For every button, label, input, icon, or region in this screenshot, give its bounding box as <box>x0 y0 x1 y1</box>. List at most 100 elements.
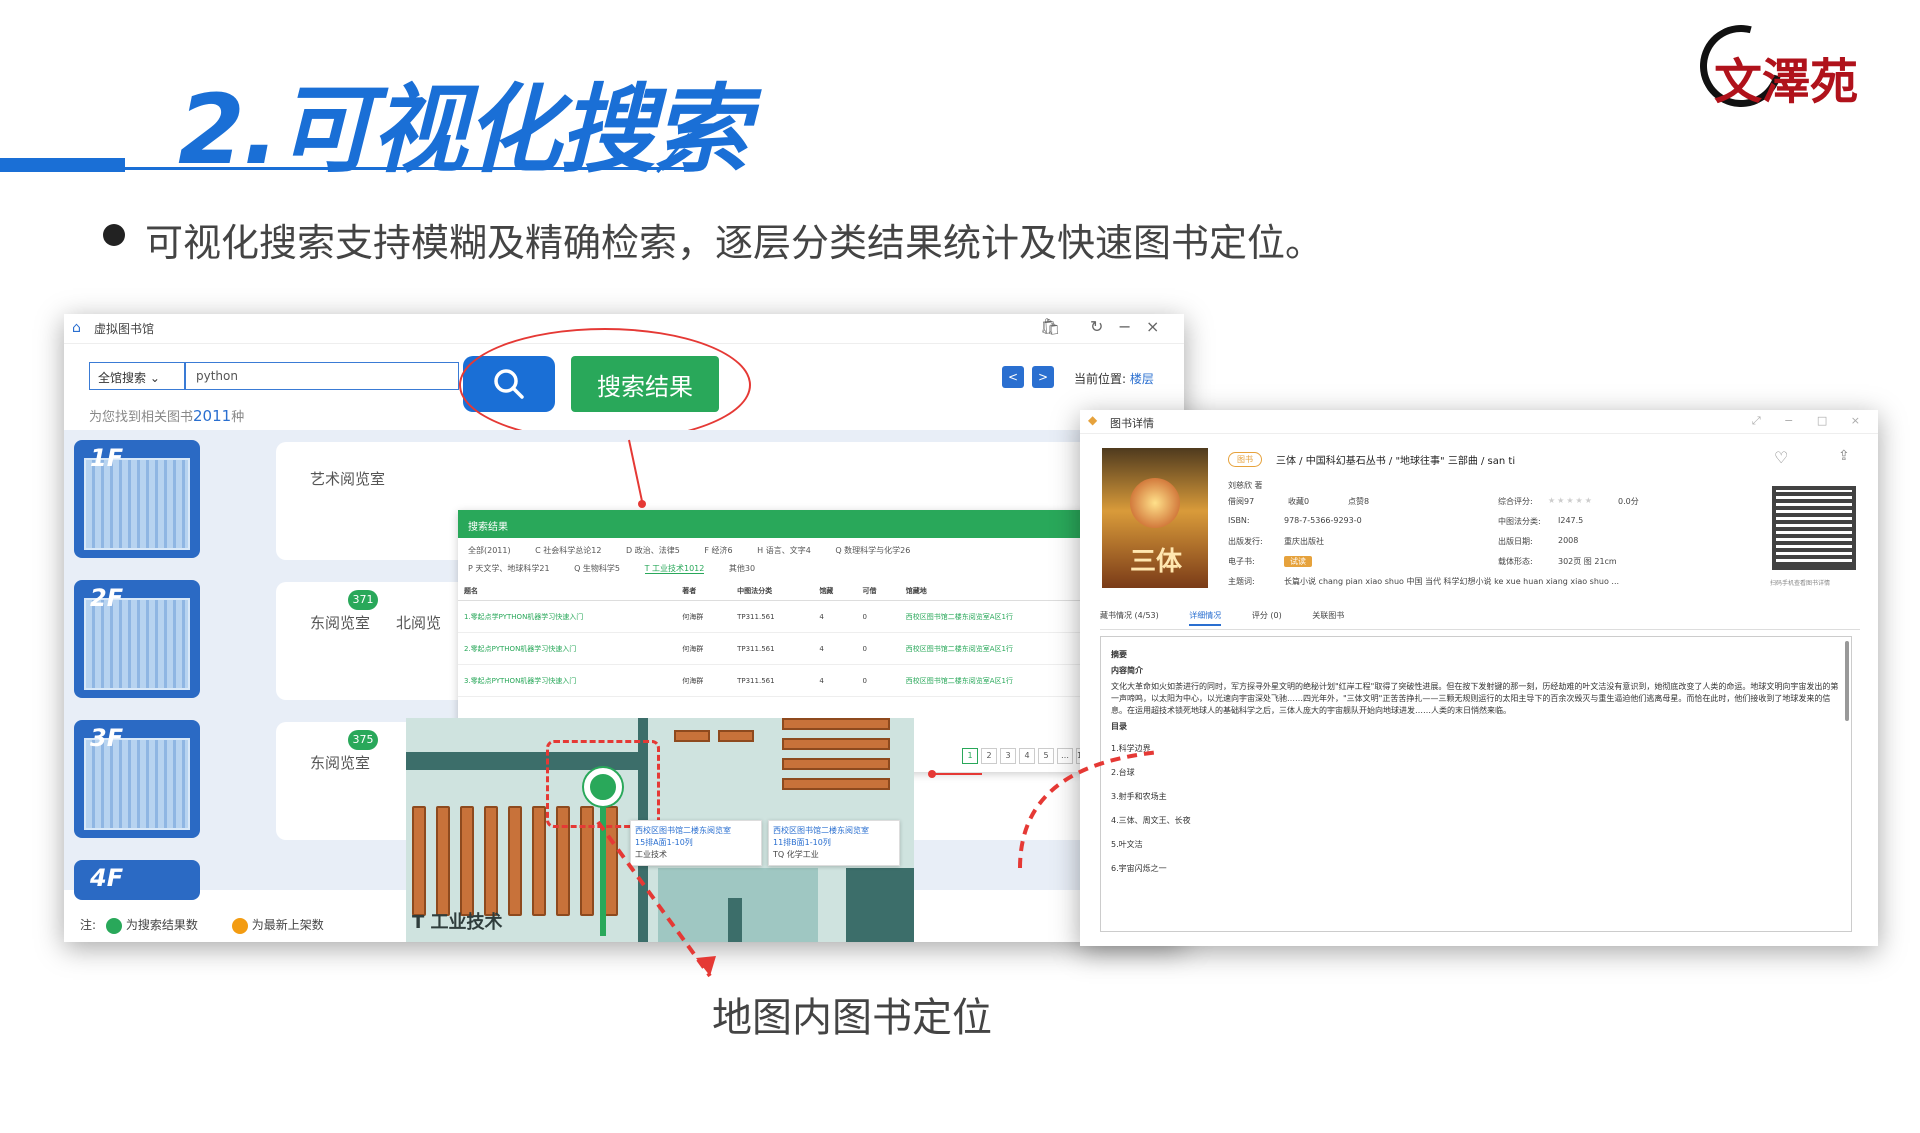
search-input[interactable]: python <box>185 362 459 390</box>
bookshelf <box>532 806 546 916</box>
search-scope-select[interactable]: 全馆搜索 ⌄ <box>89 362 185 390</box>
book-title-link[interactable]: 3.零起点PYTHON机器学习快速入门 <box>458 664 677 697</box>
page-button[interactable]: 3 <box>1000 748 1016 764</box>
book-title-link[interactable]: 2.零起点PYTHON机器学习快速入门 <box>458 632 677 665</box>
page-button[interactable]: 1 <box>962 748 978 764</box>
intro-text: 文化大革命如火如荼进行的同时，军方探寻外星文明的绝秘计划"红岸工程"取得了突破性… <box>1111 682 1839 715</box>
subject-label: 主题词: <box>1228 577 1255 586</box>
search-count-badge: 375 <box>348 730 378 750</box>
category-item[interactable]: 全部(2011) <box>468 546 511 555</box>
isbn-label: ISBN: <box>1228 516 1250 525</box>
page-button[interactable]: 2 <box>981 748 997 764</box>
summary-heading: 摘要 <box>1111 650 1127 659</box>
category-item-active[interactable]: T 工业技术1012 <box>644 564 705 574</box>
hall-name[interactable]: 东阅览室 <box>310 752 370 773</box>
location-pin-icon[interactable] <box>584 768 622 806</box>
book-title: 三体 / 中国科幻基石丛书 / "地球往事" 三部曲 / san ti <box>1276 456 1516 467</box>
column-header: 题名 <box>458 582 677 601</box>
nav-back-button[interactable]: < <box>1002 366 1024 388</box>
book-detail-window: ◆ 图书详情 ⤢ − □ × 三体 图书 三体 / 中国科幻基石丛书 / "地球… <box>1080 410 1878 946</box>
located-shelf <box>600 806 606 936</box>
floor-map-inset[interactable]: T 工业技术 西校区图书馆二楼东阅览室 15排A面1-10列 工业技术 西校区图… <box>406 718 914 942</box>
qr-caption: 扫码手机查看图书详情 <box>1770 580 1831 587</box>
form-label: 载体形态: <box>1498 557 1533 566</box>
map-door <box>728 898 742 942</box>
ebook-trial-button[interactable]: 试读 <box>1284 556 1312 567</box>
location-link[interactable]: 西校区图书馆二楼东阅览室A区1行 <box>899 664 1098 697</box>
category-item[interactable]: P 天文学、地球科学21 <box>468 564 550 573</box>
toc-heading: 目录 <box>1111 722 1127 731</box>
book-title-link[interactable]: 1.零起点学PYTHON机器学习快速入门 <box>458 600 677 633</box>
cover-title: 三体 <box>1130 547 1183 577</box>
hall-name[interactable]: 艺术阅览室 <box>310 468 385 489</box>
cell-author: 何海群 <box>676 664 732 697</box>
share-icon[interactable]: ⇪ <box>1838 448 1850 464</box>
category-item[interactable]: Q 生物科学5 <box>574 564 620 573</box>
floor-card-2f[interactable]: 2F <box>74 580 200 698</box>
nav-forward-button[interactable]: > <box>1032 366 1054 388</box>
meta-row: ISBN: 978-7-5366-9293-0 中图法分类: I247.5 <box>1228 516 1788 536</box>
cell-holdings: 4 <box>813 600 857 633</box>
page-button[interactable]: 5 <box>1038 748 1054 764</box>
ebook-label: 电子书: <box>1228 557 1255 566</box>
toc-item: 6.宇宙闪烁之一 <box>1111 864 1167 873</box>
window-controls[interactable]: ⤢ − □ × <box>1752 414 1870 428</box>
found-prefix: 为您找到相关图书 <box>89 410 194 425</box>
tab-holdings[interactable]: 藏书情况 (4/53) <box>1100 611 1159 620</box>
minimize-icon[interactable]: − <box>1118 317 1131 336</box>
borrow-count: 借阅97 <box>1228 497 1255 506</box>
cls-value: I247.5 <box>1558 516 1584 525</box>
search-count-badge: 371 <box>348 590 378 610</box>
tab-rating[interactable]: 评分 (0) <box>1252 611 1282 620</box>
category-item[interactable]: D 政治、法律5 <box>626 546 680 555</box>
cell-author: 何海群 <box>676 632 732 665</box>
category-item[interactable]: H 语言、文字4 <box>757 546 811 555</box>
floor-card-3f[interactable]: 3F <box>74 720 200 838</box>
cell-holdings: 4 <box>813 664 857 697</box>
location-link[interactable]: 西校区图书馆二楼东阅览室A区1行 <box>899 632 1098 665</box>
tab-related[interactable]: 关联图书 <box>1312 611 1344 620</box>
highlight-ellipse <box>459 328 751 442</box>
location-value[interactable]: 楼层 <box>1130 372 1154 386</box>
category-item[interactable]: 其他30 <box>729 564 755 573</box>
bookshelf <box>674 730 710 742</box>
legend: 注: 为搜索结果数 为最新上架数 <box>80 916 324 934</box>
location-link[interactable]: 西校区图书馆二楼东阅览室A区1行 <box>899 600 1098 633</box>
category-item[interactable]: Q 数理科学与化学26 <box>835 546 910 555</box>
title-underline <box>125 167 695 170</box>
toc-item: 2.台球 <box>1111 768 1135 777</box>
bookshelf <box>436 806 450 916</box>
book-metadata: 借阅97 收藏0 点赞8 综合评分: ★★★★★ 0.0分 ISBN: 978-… <box>1228 496 1788 596</box>
meta-row: 主题词: 长篇小说 chang pian xiao shuo 中国 当代 科学幻… <box>1228 576 1788 596</box>
table-row[interactable]: 2.零起点PYTHON机器学习快速入门 何海群 TP311.561 4 0 西校… <box>458 632 1098 665</box>
found-count: 为您找到相关图书2011种 <box>89 406 244 425</box>
current-location: 当前位置: 楼层 <box>1074 370 1154 387</box>
bag-icon[interactable]: 🛍 <box>1040 317 1060 336</box>
table-row[interactable]: 1.零起点学PYTHON机器学习快速入门 何海群 TP311.561 4 0 西… <box>458 600 1098 633</box>
tooltip-location: 11排B面1-10列 <box>773 838 831 847</box>
library-building-icon: ⌂ <box>72 320 81 336</box>
tab-details[interactable]: 详细情况 <box>1189 611 1222 626</box>
table-row[interactable]: 3.零起点PYTHON机器学习快速入门 何海群 TP311.561 4 0 西校… <box>458 664 1098 697</box>
bookshelf <box>460 806 474 916</box>
book-author: 刘慈欣 著 <box>1228 481 1263 490</box>
category-item[interactable]: F 经济6 <box>704 546 732 555</box>
close-icon[interactable]: × <box>1146 317 1159 336</box>
collect-count: 收藏0 <box>1288 497 1310 506</box>
hall-name[interactable]: 东阅览室 <box>310 612 370 633</box>
floor-card-4f[interactable]: 4F <box>74 860 200 900</box>
category-item[interactable]: C 社会科学总论12 <box>535 546 601 555</box>
book-cover: 三体 <box>1102 448 1208 588</box>
star-rating-icon[interactable]: ★★★★★ <box>1548 496 1594 505</box>
floor-card-1f[interactable]: 1F <box>74 440 200 558</box>
hall-name[interactable]: 北阅览 <box>396 612 441 633</box>
bookshelf <box>782 718 890 730</box>
book-type-badge: 图书 <box>1228 452 1262 467</box>
heart-icon[interactable]: ♡ <box>1774 448 1788 467</box>
refresh-icon[interactable]: ↻ <box>1090 317 1103 336</box>
page-button[interactable]: 4 <box>1019 748 1035 764</box>
cell-holdings: 4 <box>813 632 857 665</box>
bookshelf <box>508 806 522 916</box>
bookshelf <box>412 806 426 916</box>
scrollbar[interactable] <box>1845 641 1849 721</box>
